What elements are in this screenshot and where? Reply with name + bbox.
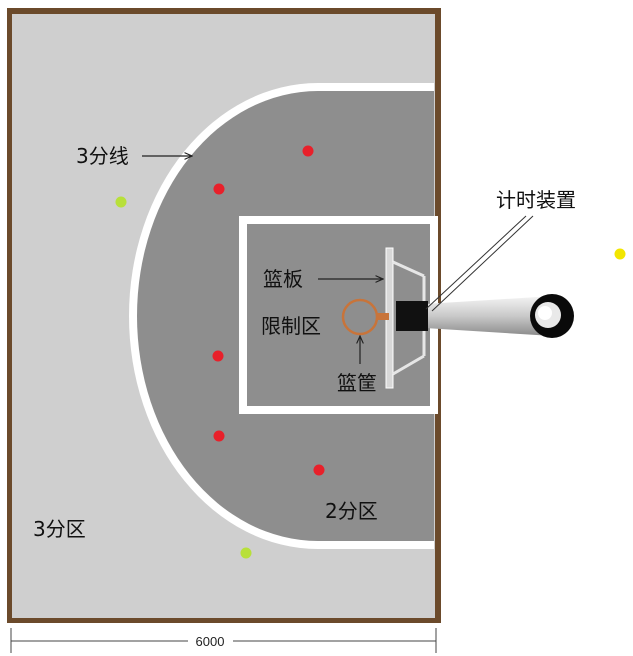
basketball-court-diagram: 3分线 计时装置 篮板 限制区 篮筐 2分区 3分区 6000 (7, 8, 626, 653)
width-dimension-label: 6000 (196, 634, 225, 649)
restricted-area-label: 限制区 (261, 314, 321, 338)
red-marker (302, 145, 314, 157)
red-marker (212, 350, 224, 362)
three-point-zone-label: 3分区 (33, 517, 86, 541)
yellow-marker (614, 248, 626, 260)
hoop-label: 篮筐 (337, 371, 377, 395)
green-marker (240, 547, 252, 559)
red-marker (313, 464, 325, 476)
green-marker (115, 196, 127, 208)
width-dimension: 6000 (10, 628, 437, 653)
backboard-label: 篮板 (263, 267, 303, 291)
two-point-zone-label: 2分区 (325, 499, 378, 523)
timer-device-label: 计时装置 (496, 188, 576, 212)
red-marker (213, 430, 225, 442)
three-point-line-label: 3分线 (76, 144, 129, 168)
timer-leader-line-2 (431, 215, 534, 312)
red-marker (213, 183, 225, 195)
